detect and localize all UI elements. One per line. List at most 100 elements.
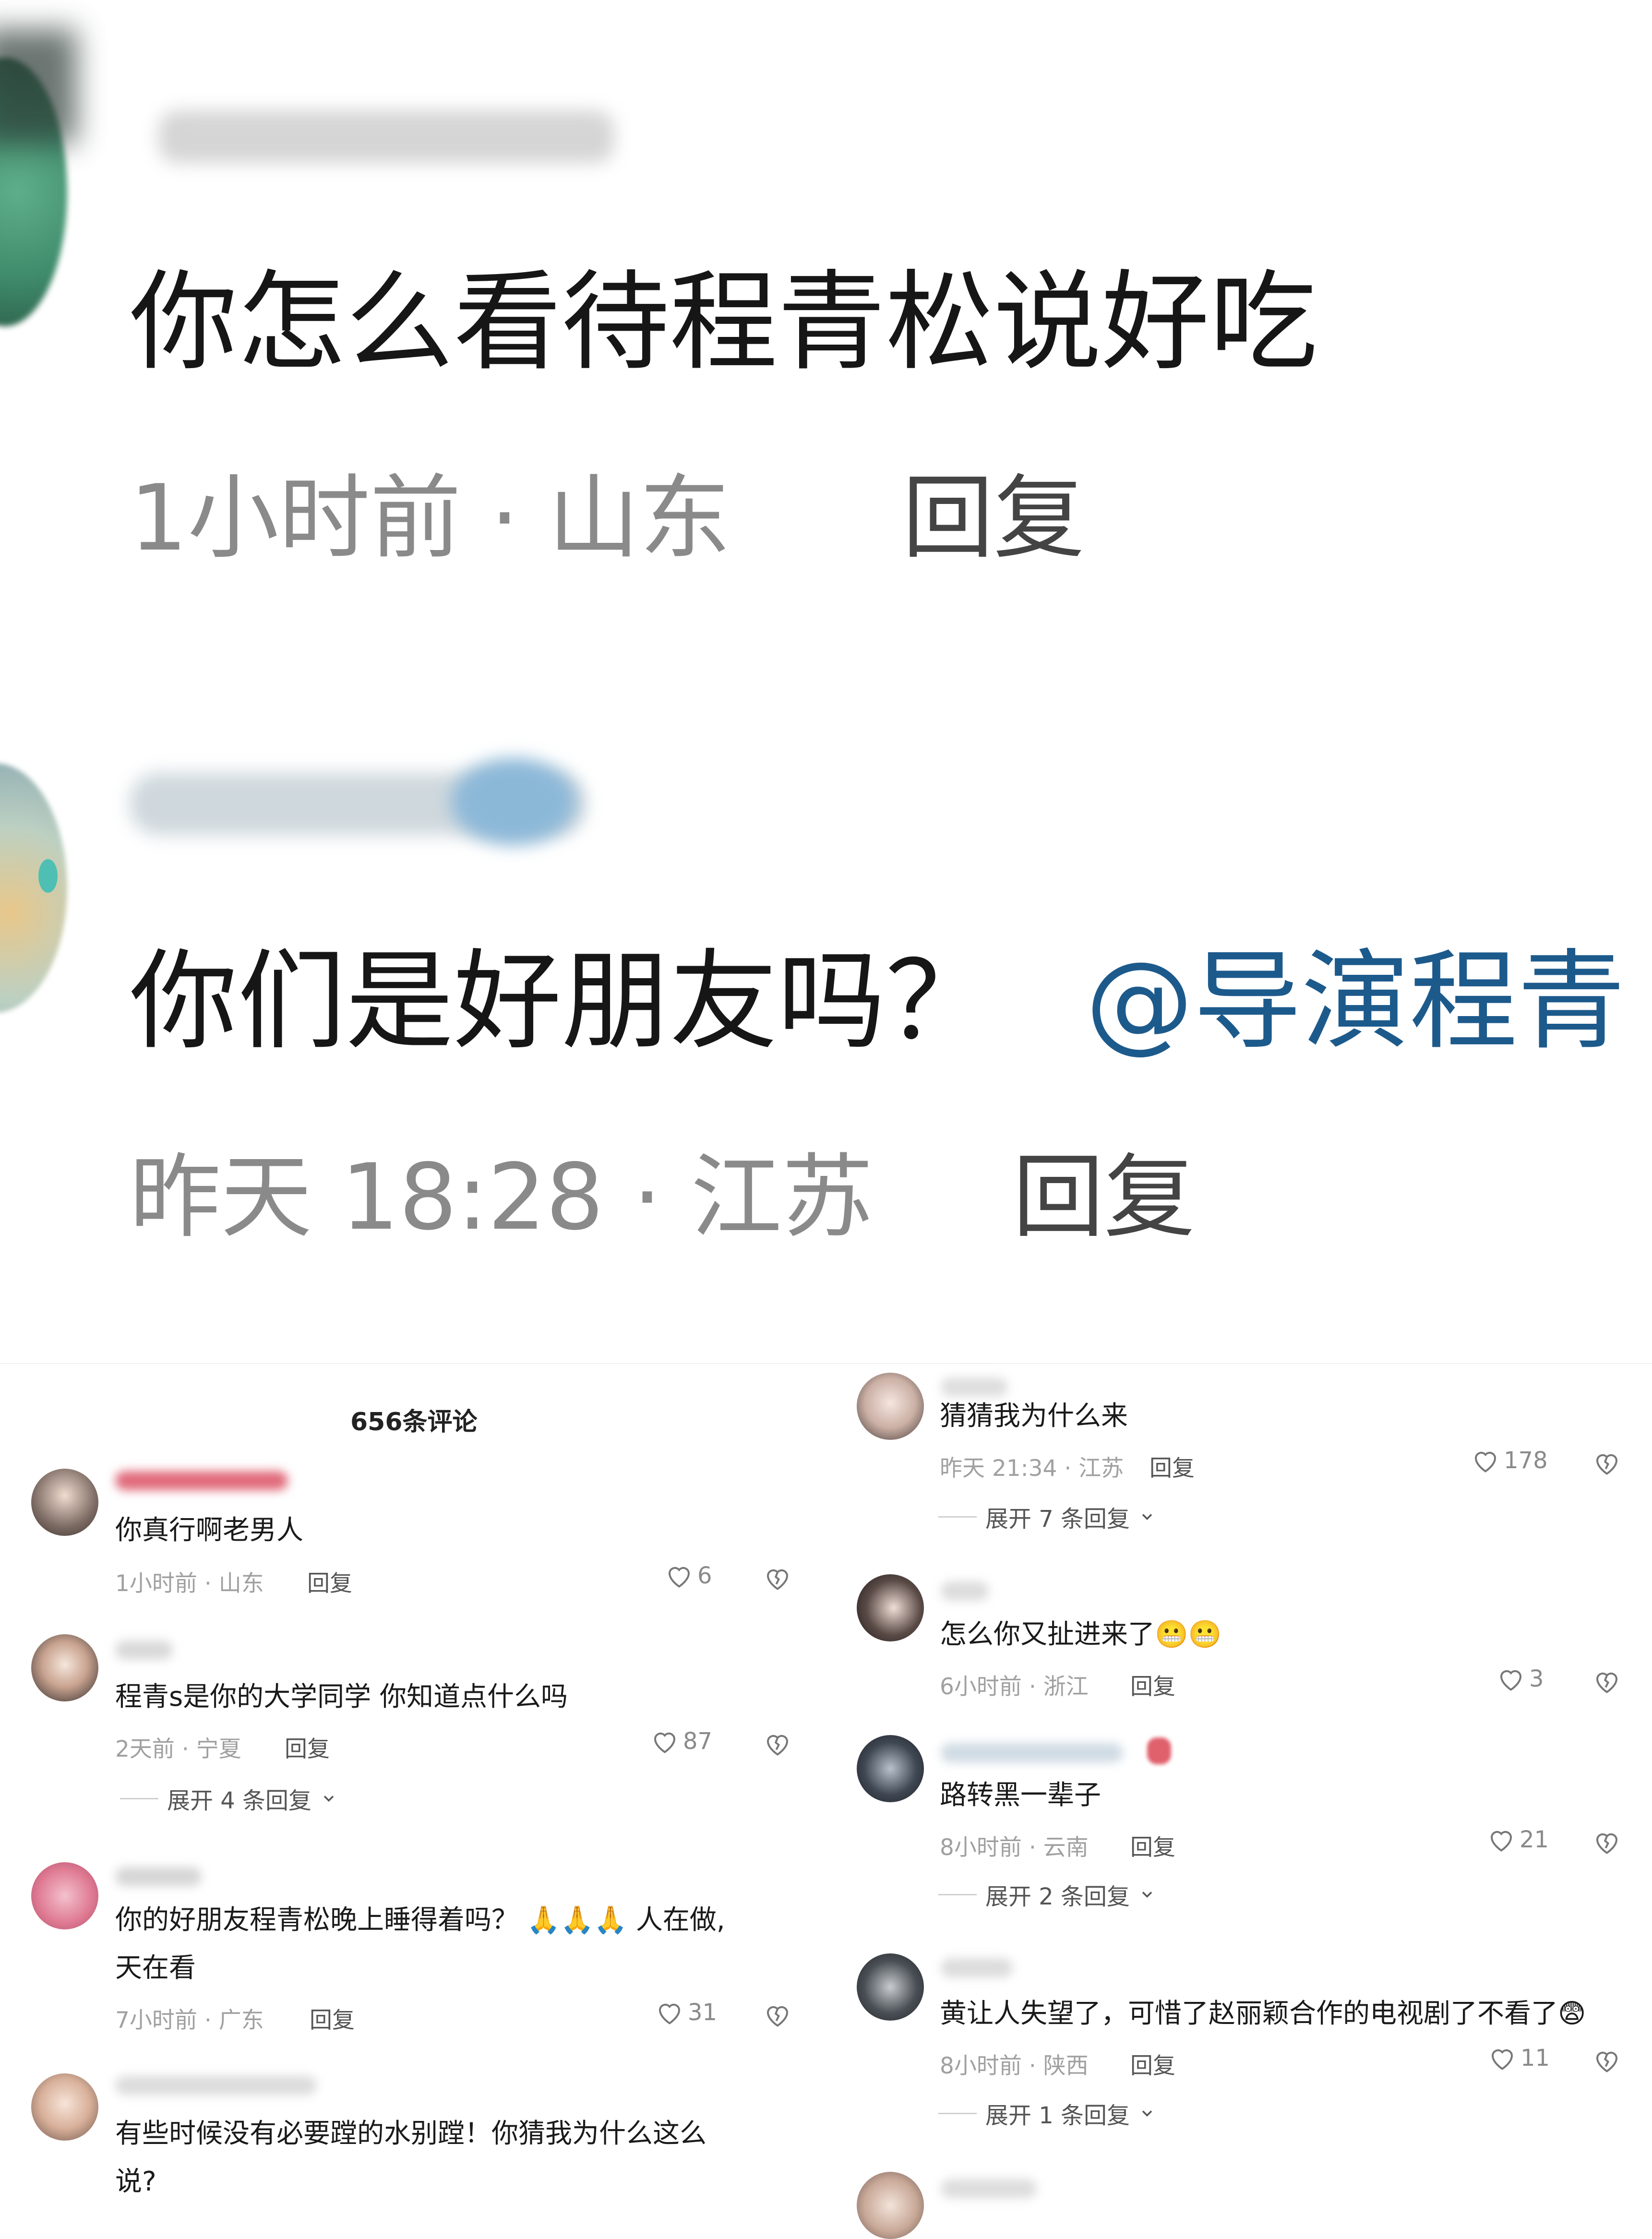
comment-meta: 1小时前 · 山东 <box>115 1570 264 1597</box>
comment-meta: 昨天 21:34 · 江苏 <box>940 1455 1124 1482</box>
comment-text: 猜猜我为什么来 <box>940 1401 1128 1432</box>
avatar[interactable] <box>0 763 67 1013</box>
like-count: 6 <box>697 1562 712 1589</box>
username-blurred <box>941 1581 989 1601</box>
chevron-down-icon <box>1142 2110 1152 2117</box>
avatar[interactable] <box>31 2073 98 2141</box>
username-blurred <box>115 2076 317 2095</box>
like-button[interactable]: 6 <box>665 1562 712 1589</box>
reply-button[interactable]: 回复 <box>1013 1152 1195 1243</box>
broken-heart-icon[interactable] <box>763 1564 792 1592</box>
username-blurred <box>115 1471 288 1490</box>
expand-label: 展开 2 条回复 <box>985 1883 1130 1910</box>
mention-link[interactable]: @导演程青 <box>1086 939 1626 1065</box>
comment-text: 怎么你又扯进来了😬😬 <box>940 1615 1221 1654</box>
comment-meta: 2天前 · 宁夏 <box>115 1736 241 1762</box>
comment-text-line1b: 人在做, <box>635 1904 725 1936</box>
like-button[interactable]: 3 <box>1496 1665 1544 1692</box>
heart-icon <box>1474 1451 1496 1473</box>
username-blurred <box>941 1377 1008 1397</box>
like-count: 3 <box>1529 1665 1544 1692</box>
reply-button[interactable]: 回复 <box>1130 1829 1175 1862</box>
username-badge-blurred <box>451 758 576 845</box>
expand-line <box>938 2112 977 2114</box>
section-divider <box>0 1363 1652 1364</box>
broken-heart-icon[interactable] <box>1592 1828 1621 1856</box>
like-count: 31 <box>688 1999 718 2026</box>
comment-meta: 1小时前 · 山东 <box>130 465 731 571</box>
avatar[interactable] <box>857 1953 924 2021</box>
username-blurred <box>941 2179 1037 2198</box>
comment-text: 你怎么看待程青松说好吃 <box>130 260 1317 385</box>
avatar[interactable] <box>857 1735 924 1802</box>
comment-text-main: 你们是好朋友吗？ <box>130 939 994 1065</box>
comment-text-line2: 说? <box>115 2166 156 2197</box>
comment-text: 程青s是你的大学同学 你知道点什么吗 <box>115 1681 568 1712</box>
heart-icon <box>654 1732 676 1753</box>
username-blurred <box>941 1743 1123 1762</box>
avatar[interactable] <box>31 1634 98 1701</box>
chevron-down-icon <box>1142 1892 1152 1898</box>
username-badge-blurred <box>1147 1737 1171 1764</box>
like-button[interactable]: 31 <box>655 1999 717 2026</box>
comment-meta: 8小时前 · 陕西 <box>940 2053 1089 2079</box>
comment-count-title: 656条评论 <box>350 1408 478 1437</box>
avatar-accent <box>38 859 58 893</box>
chevron-down-icon <box>323 1796 334 1802</box>
grimace-emoji: 😬😬 <box>1155 1619 1222 1650</box>
like-count: 178 <box>1504 1447 1548 1474</box>
username-blurred <box>115 1867 202 1886</box>
heart-icon <box>1500 1670 1522 1691</box>
comment-text: 你真行啊老男人 <box>115 1515 303 1546</box>
username-blurred <box>941 1958 1013 1977</box>
expand-label: 展开 1 条回复 <box>985 2102 1130 2129</box>
expand-replies-button[interactable]: 展开 2 条回复 <box>938 1878 1156 1911</box>
comment-text-main: 黄让人失望了，可惜了赵丽颖合作的电视剧了不看了 <box>940 1998 1558 2029</box>
comment-text: 路转黑一辈子 <box>940 1780 1101 1811</box>
like-button[interactable]: 11 <box>1488 2045 1550 2071</box>
comment-meta: 昨天 18:28 · 江苏 <box>130 1144 874 1250</box>
like-button[interactable]: 178 <box>1471 1447 1548 1474</box>
avatar[interactable] <box>31 1862 98 1929</box>
comment-text: 黄让人失望了，可惜了赵丽颖合作的电视剧了不看了😨 <box>940 1994 1586 2033</box>
broken-heart-icon[interactable] <box>763 2000 792 2029</box>
heart-icon <box>668 1567 690 1588</box>
reply-button[interactable]: 回复 <box>1130 1668 1175 1701</box>
expand-label: 展开 7 条回复 <box>985 1506 1130 1533</box>
expand-label: 展开 4 条回复 <box>167 1787 312 1814</box>
expand-replies-button[interactable]: 展开 7 条回复 <box>938 1500 1156 1533</box>
comment-meta: 7小时前 · 广东 <box>115 2007 264 2034</box>
comment-meta: 8小时前 · 云南 <box>940 1834 1089 1861</box>
avatar[interactable] <box>857 1373 924 1440</box>
reply-button[interactable]: 回复 <box>285 1730 330 1763</box>
avatar[interactable] <box>31 1469 98 1536</box>
like-count: 11 <box>1520 2045 1550 2071</box>
username-blurred <box>115 1640 173 1660</box>
broken-heart-icon[interactable] <box>1592 1449 1621 1477</box>
heart-icon <box>1491 2049 1513 2070</box>
reply-button[interactable]: 回复 <box>902 473 1085 564</box>
expand-replies-button[interactable]: 展开 1 条回复 <box>938 2096 1156 2130</box>
reply-button[interactable]: 回复 <box>307 1565 352 1598</box>
broken-heart-icon[interactable] <box>1592 2046 1621 2075</box>
comment-text: 你的好朋友程青松晚上睡得着吗？ 🙏🙏🙏 人在做, <box>115 1901 725 1940</box>
broken-heart-icon[interactable] <box>1592 1667 1621 1696</box>
expand-replies-button[interactable]: 展开 4 条回复 <box>120 1782 337 1815</box>
avatar[interactable] <box>857 2172 924 2239</box>
heart-icon <box>1490 1831 1512 1852</box>
comment-text-main: 怎么你又扯进来了 <box>940 1619 1155 1650</box>
reply-button[interactable]: 回复 <box>1149 1449 1195 1483</box>
pray-emoji: 🙏🙏🙏 <box>527 1904 627 1936</box>
reply-button[interactable]: 回复 <box>310 2001 355 2035</box>
like-count: 21 <box>1520 1826 1549 1853</box>
comment-text-line2: 天在看 <box>115 1952 196 1984</box>
broken-heart-icon[interactable] <box>763 1729 792 1758</box>
avatar[interactable] <box>857 1574 924 1641</box>
comment-text-line1: 你的好朋友程青松晚上睡得着吗？ <box>115 1904 518 1936</box>
fear-emoji: 😨 <box>1558 1998 1586 2029</box>
like-button[interactable]: 87 <box>650 1728 712 1755</box>
expand-line <box>120 1797 158 1799</box>
like-button[interactable]: 21 <box>1487 1826 1549 1853</box>
reply-button[interactable]: 回复 <box>1130 2047 1175 2080</box>
comment-meta: 6小时前 · 浙江 <box>940 1674 1089 1700</box>
